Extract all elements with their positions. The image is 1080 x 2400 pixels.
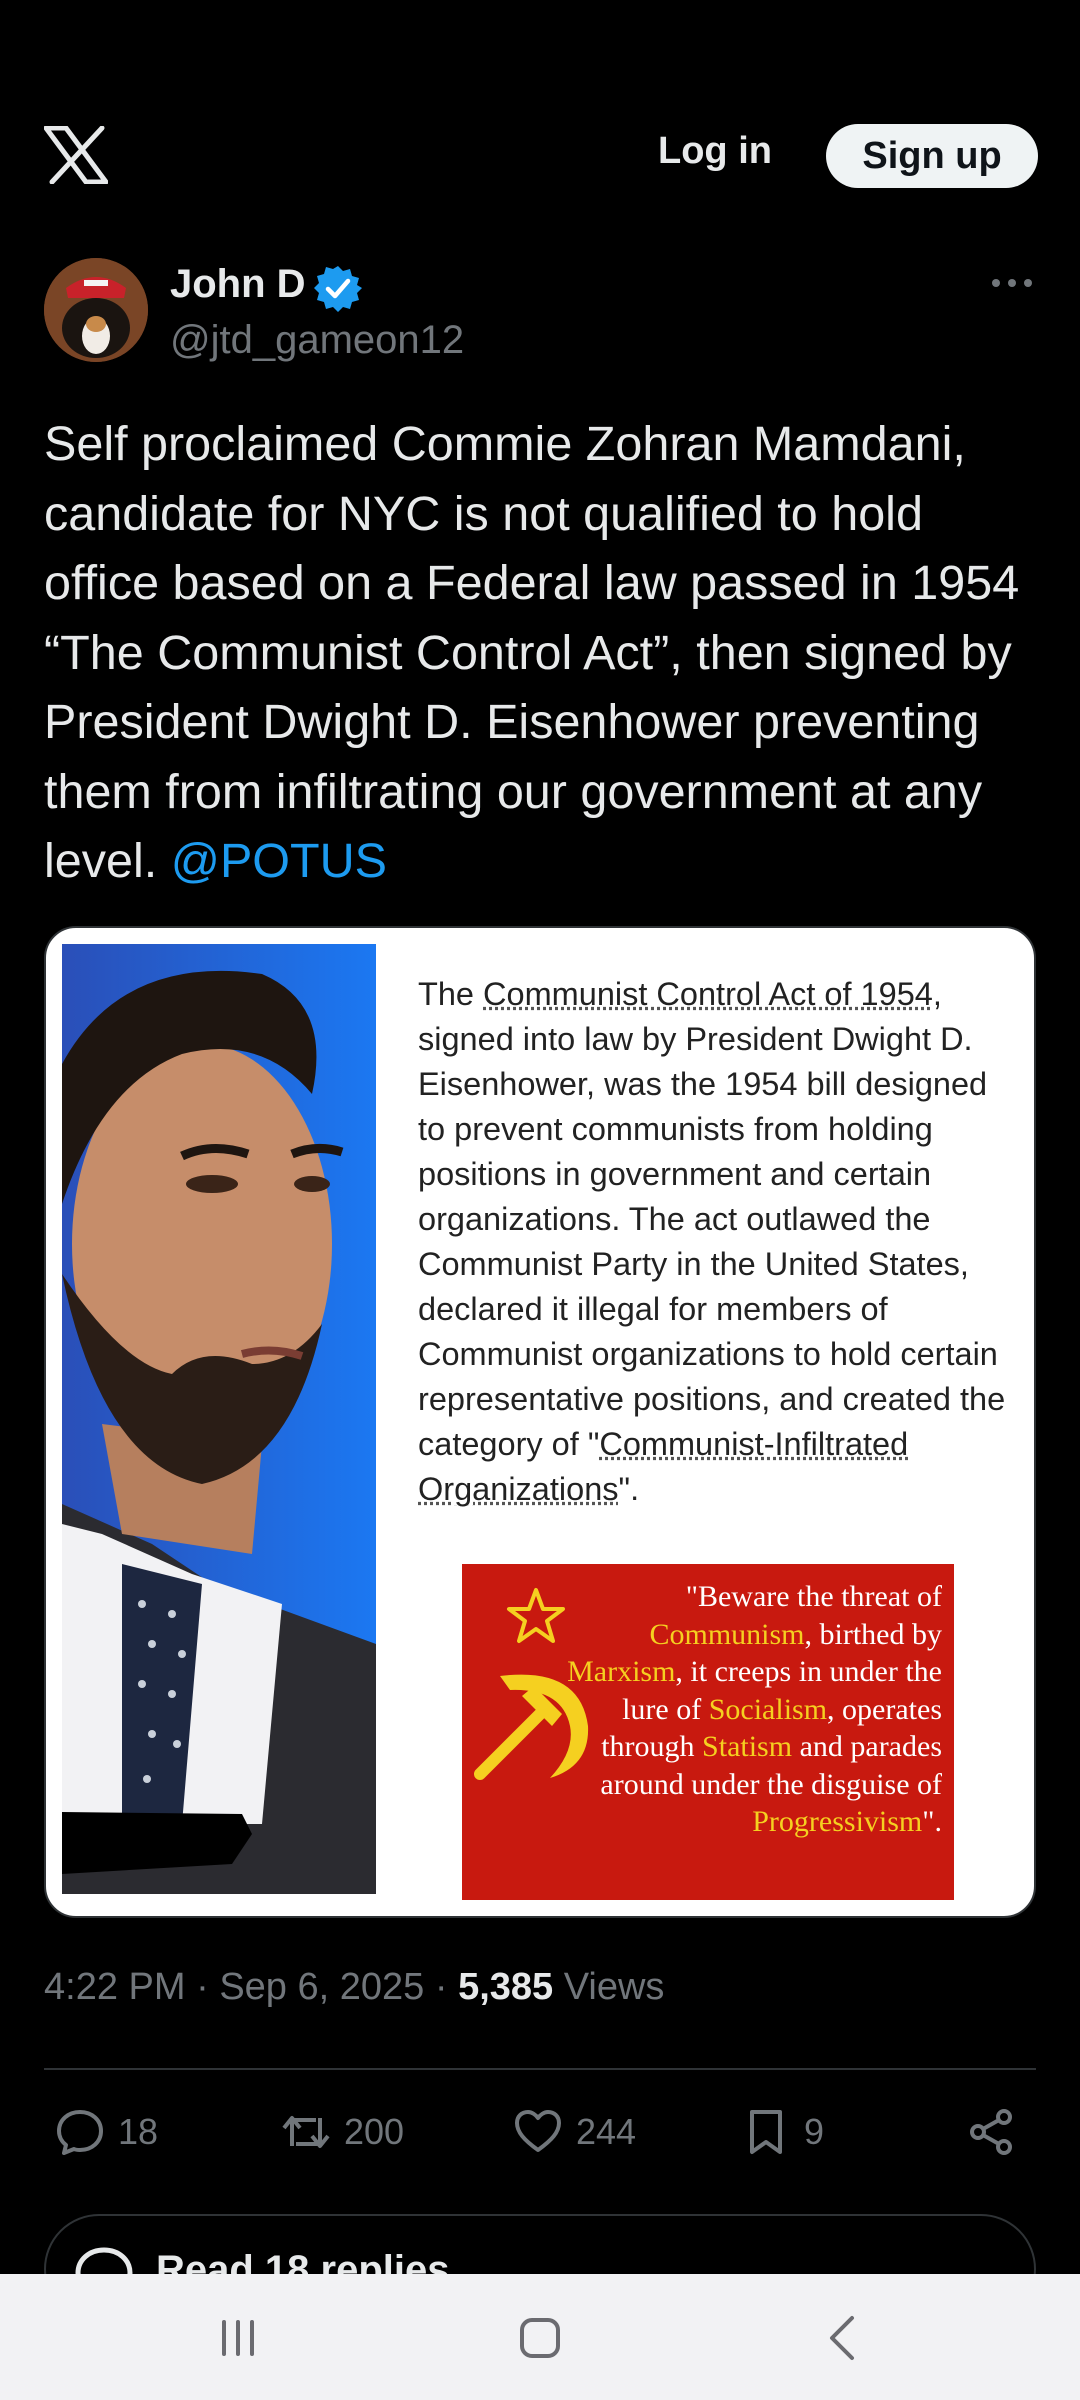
views-count: 5,385 bbox=[458, 1966, 554, 2008]
share-button[interactable] bbox=[966, 2100, 1030, 2164]
media-body: , signed into law by President Dwight D.… bbox=[418, 976, 1006, 1462]
home-icon[interactable] bbox=[508, 2306, 572, 2370]
post-text: Self proclaimed Commie Zohran Mamdani, c… bbox=[44, 410, 1044, 897]
quote-highlight: Progressivism bbox=[752, 1805, 923, 1838]
quote-highlight: Socialism bbox=[708, 1692, 828, 1726]
repost-count: 200 bbox=[344, 2111, 405, 2152]
reply-button[interactable]: 18 bbox=[54, 2100, 158, 2164]
quote-part: "Beware the threat of bbox=[685, 1580, 942, 1613]
views-label: Views bbox=[563, 1966, 665, 2008]
media-article-text: The Communist Control Act of 1954, signe… bbox=[418, 972, 1018, 1512]
quote-part: ". bbox=[922, 1805, 942, 1838]
media-link-title: Communist Control Act of 1954 bbox=[483, 976, 933, 1012]
communism-poster: "Beware the threat of Communism, birthed… bbox=[462, 1564, 954, 1900]
repost-icon bbox=[282, 2116, 330, 2148]
recent-apps-icon[interactable] bbox=[206, 2306, 270, 2370]
back-icon[interactable] bbox=[812, 2306, 876, 2370]
signup-button[interactable]: Sign up bbox=[826, 124, 1038, 188]
author-name[interactable]: John D bbox=[170, 262, 306, 307]
quote-highlight: Statism bbox=[702, 1730, 793, 1763]
post-media[interactable]: The Communist Control Act of 1954, signe… bbox=[44, 926, 1036, 1918]
author-handle[interactable]: @jtd_gameon12 bbox=[170, 318, 464, 363]
post-date[interactable]: Sep 6, 2025 bbox=[219, 1966, 424, 2008]
mention-link[interactable]: @POTUS bbox=[171, 834, 387, 888]
bookmark-icon bbox=[750, 2110, 782, 2154]
heart-icon bbox=[515, 2110, 561, 2152]
poster-quote: "Beware the threat of Communism, birthed… bbox=[554, 1578, 942, 1841]
system-nav-bar bbox=[0, 2274, 1080, 2400]
repost-button[interactable]: 200 bbox=[280, 2100, 404, 2164]
bookmark-count: 9 bbox=[804, 2111, 825, 2152]
media-intro: The bbox=[418, 976, 475, 1012]
top-bar: Log in Sign up bbox=[0, 0, 1080, 230]
quote-highlight: Communism bbox=[649, 1617, 805, 1651]
post-time[interactable]: 4:22 PM bbox=[44, 1966, 186, 2008]
bookmark-button[interactable]: 9 bbox=[740, 2100, 824, 2164]
like-button[interactable]: 244 bbox=[512, 2100, 636, 2164]
verified-badge-icon bbox=[314, 266, 362, 312]
post-body: Self proclaimed Commie Zohran Mamdani, c… bbox=[44, 417, 1020, 888]
quote-part: , birthed by bbox=[804, 1617, 942, 1651]
more-options-icon[interactable] bbox=[990, 272, 1034, 294]
avatar[interactable] bbox=[44, 258, 148, 362]
share-icon bbox=[970, 2109, 1012, 2155]
portrait-photo bbox=[62, 944, 376, 1894]
x-logo-icon[interactable] bbox=[44, 126, 108, 184]
divider bbox=[44, 2068, 1036, 2070]
media-body-end: ". bbox=[618, 1471, 640, 1507]
login-button[interactable]: Log in bbox=[658, 130, 772, 173]
like-count: 244 bbox=[576, 2111, 637, 2152]
quote-highlight: Marxism bbox=[567, 1655, 676, 1688]
reply-count: 18 bbox=[118, 2111, 159, 2152]
reply-icon bbox=[57, 2110, 103, 2155]
post-meta: 4:22 PM · Sep 6, 2025 · 5,385 Views bbox=[44, 1966, 665, 2008]
